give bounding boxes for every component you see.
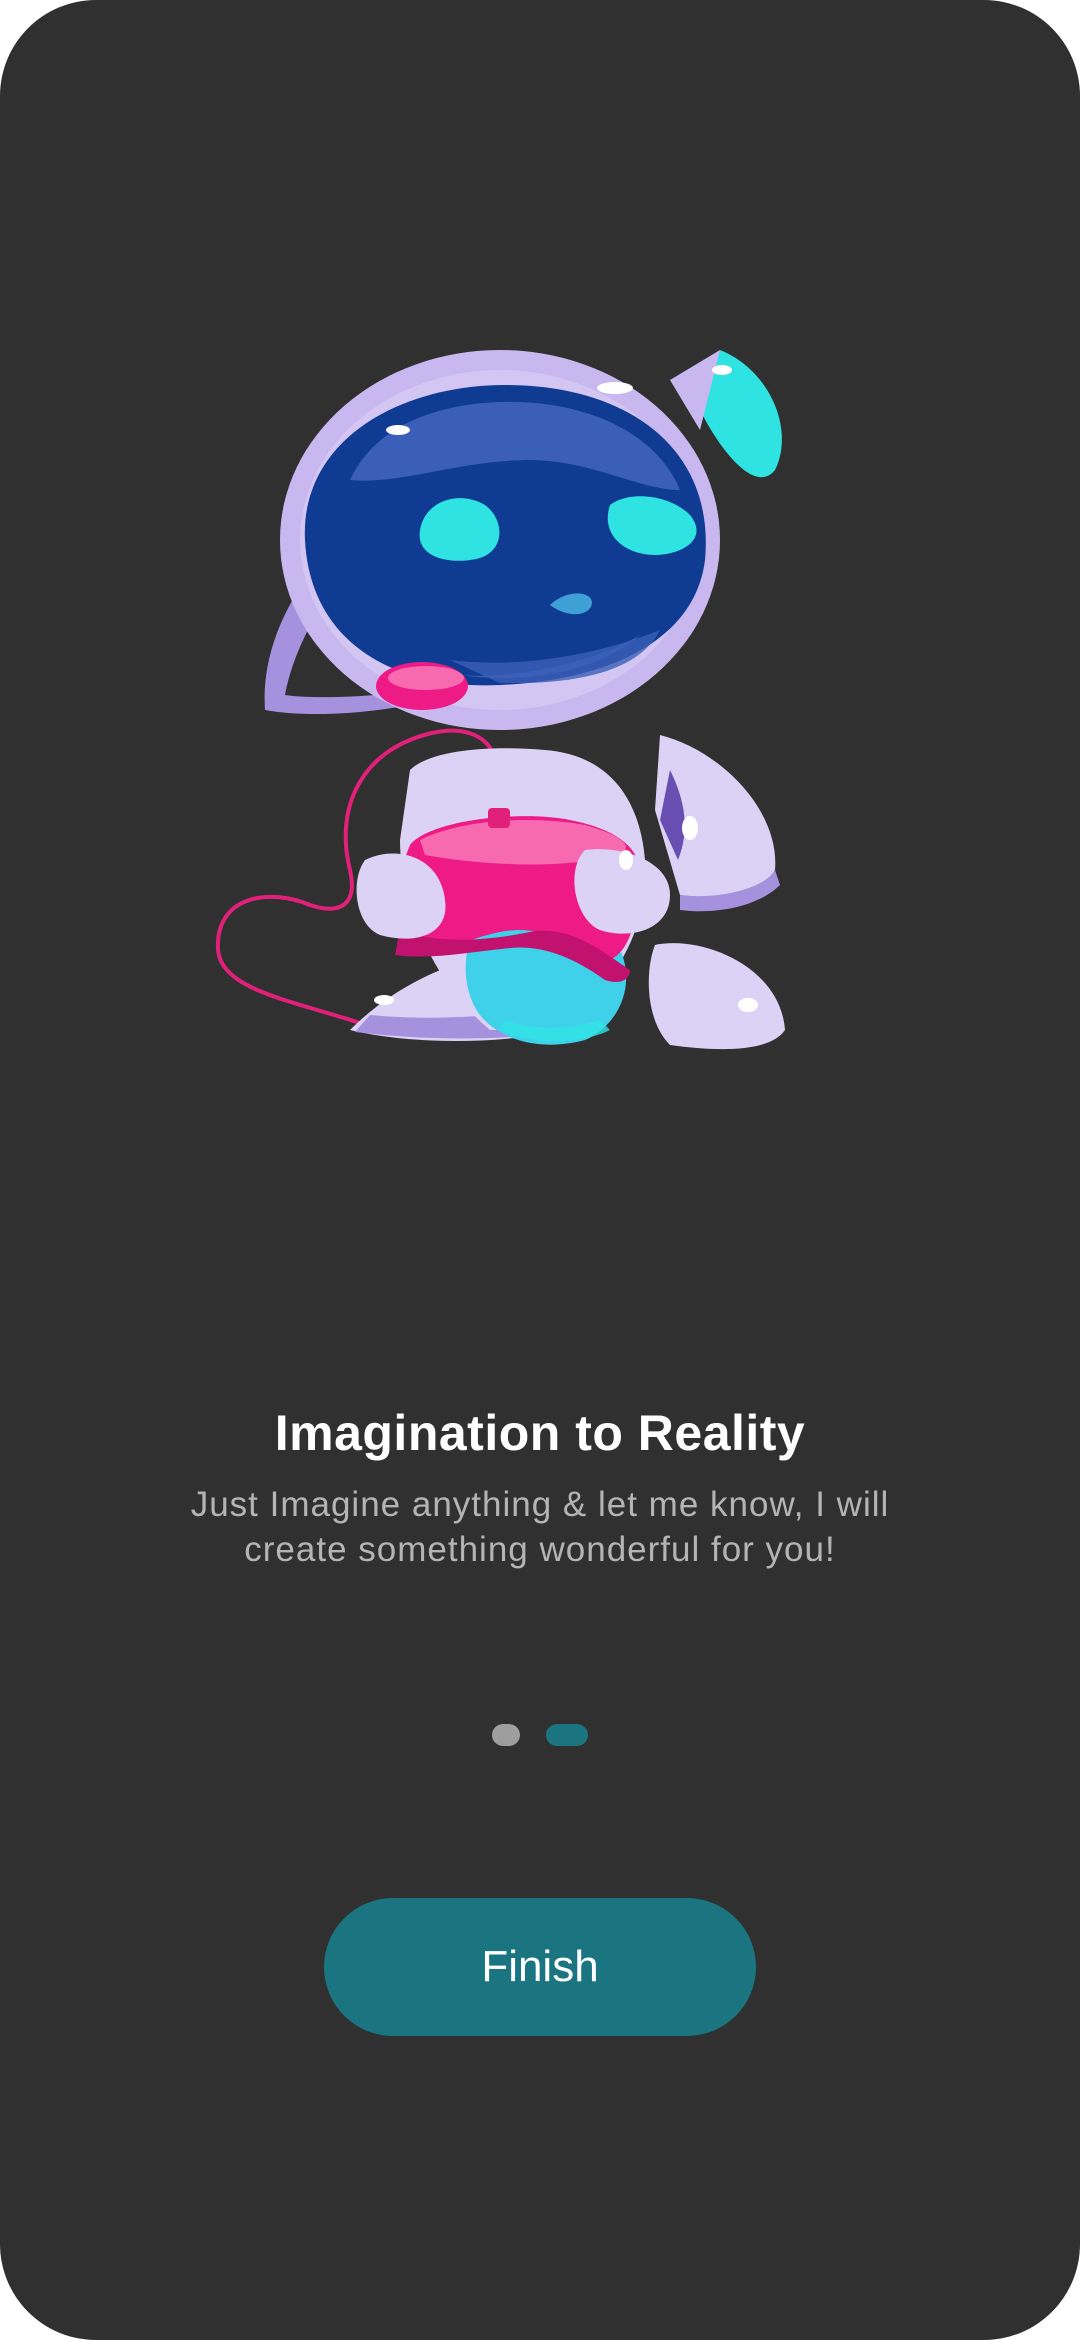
page-indicator-dot[interactable] (492, 1724, 520, 1746)
onboarding-screen: Imagination to Reality Just Imagine anyt… (0, 0, 1080, 2340)
page-indicator-dot-active[interactable] (546, 1724, 588, 1746)
onboarding-title: Imagination to Reality (274, 1405, 806, 1461)
page-indicator (0, 1724, 1080, 1746)
robot-gamer-illustration (200, 340, 820, 1070)
finish-button[interactable]: Finish (324, 1898, 756, 2036)
onboarding-subtitle: Just Imagine anything & let me know, I w… (190, 1485, 890, 1569)
